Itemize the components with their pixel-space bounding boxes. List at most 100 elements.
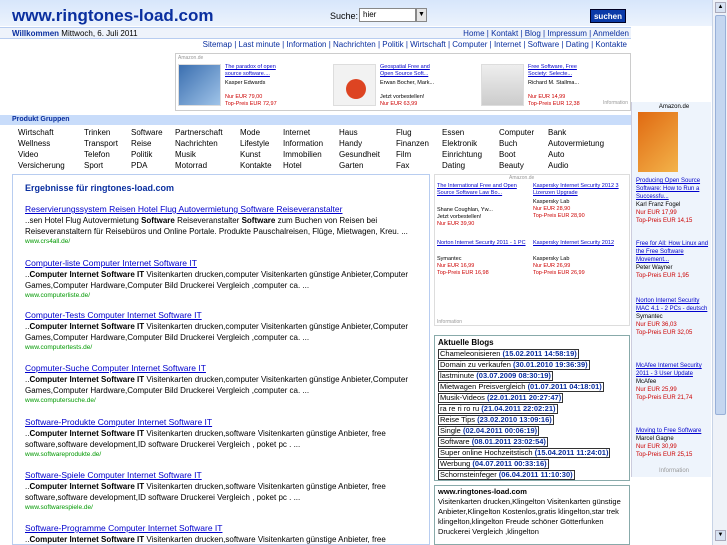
nav-impressum[interactable]: Impressum	[547, 29, 587, 38]
category-link[interactable]: Bank	[548, 128, 566, 137]
ad-info-link[interactable]: Information	[636, 467, 712, 475]
scroll-down-icon[interactable]: ▼	[715, 530, 726, 541]
ad-title[interactable]: Norton Internet Security MAC 4.1 - 2 PCs…	[636, 298, 707, 312]
nav-sitemap[interactable]: Sitemap	[203, 40, 232, 49]
category-link[interactable]: Video	[18, 150, 38, 159]
category-link[interactable]: Mode	[240, 128, 260, 137]
category-link[interactable]: Beauty	[499, 161, 524, 170]
scroll-up-icon[interactable]: ▲	[715, 2, 726, 13]
nav-last-minute[interactable]: Last minute	[239, 40, 280, 49]
category-link[interactable]: Flug	[396, 128, 412, 137]
result-url[interactable]: www.computertests.de/	[25, 343, 423, 352]
scroll-thumb[interactable]	[715, 15, 726, 415]
ad-title[interactable]: Norton Internet Security 2011 - 1 PC	[437, 240, 531, 247]
book-cover-image[interactable]	[333, 64, 376, 106]
blog-link[interactable]: Werbung (04.07.2011 00:33:16)	[438, 459, 549, 469]
category-link[interactable]: Auto	[548, 150, 564, 159]
book-cover-image[interactable]	[481, 64, 524, 106]
category-link[interactable]: Garten	[339, 161, 363, 170]
blog-link[interactable]: Mietwagen Preisvergleich (01.07.2011 04:…	[438, 382, 604, 392]
category-link[interactable]: Handy	[339, 139, 362, 148]
category-link[interactable]: Audio	[548, 161, 568, 170]
nav-computer[interactable]: Computer	[452, 40, 487, 49]
side-ad-item[interactable]: Norton Internet Security MAC 4.1 - 2 PCs…	[636, 297, 712, 337]
category-link[interactable]: PDA	[131, 161, 147, 170]
ad-title[interactable]: Geospatial Free and Open Source Soft...	[380, 64, 442, 78]
vertical-scrollbar[interactable]: ▲ ▼	[712, 0, 727, 545]
blog-link[interactable]: Musik-Videos (22.01.2011 20:27:47)	[438, 393, 564, 403]
blog-link[interactable]: lastminute (03.07.2009 08:30:19)	[438, 371, 553, 381]
category-link[interactable]: Transport	[84, 139, 118, 148]
category-link[interactable]: Telefon	[84, 150, 110, 159]
nav-software[interactable]: Software	[528, 40, 560, 49]
category-link[interactable]: Kunst	[240, 150, 260, 159]
category-link[interactable]: Film	[396, 150, 411, 159]
ad-item[interactable]: Free Software, Free Society: Selecte... …	[481, 64, 591, 111]
result-title-link[interactable]: Computer-Tests Computer Internet Softwar…	[25, 310, 423, 321]
result-title-link[interactable]: Software-Programme Computer Internet Sof…	[25, 523, 423, 534]
result-title-link[interactable]: Reservierungssystem Reisen Hotel Flug Au…	[25, 204, 423, 215]
category-link[interactable]: Immobilien	[283, 150, 322, 159]
ad-info-link[interactable]: Information	[603, 100, 628, 106]
category-link[interactable]: Trinken	[84, 128, 110, 137]
nav-blog[interactable]: Blog	[525, 29, 541, 38]
site-logo[interactable]: www.ringtones-load.com	[12, 6, 214, 26]
nav-nachrichten[interactable]: Nachrichten	[333, 40, 376, 49]
blog-link[interactable]: Super online Hochzeitstisch (15.04.2011 …	[438, 448, 611, 458]
nav-kontakte[interactable]: Kontakte	[595, 40, 627, 49]
category-link[interactable]: Haus	[339, 128, 358, 137]
category-link[interactable]: Reise	[131, 139, 151, 148]
category-link[interactable]: Computer	[499, 128, 534, 137]
category-link[interactable]: Buch	[499, 139, 517, 148]
result-title-link[interactable]: Software-Spiele Computer Internet Softwa…	[25, 470, 423, 481]
ad-item[interactable]: The International Free and Open Source S…	[437, 183, 531, 230]
category-link[interactable]: Dating	[442, 161, 465, 170]
category-link[interactable]: Internet	[283, 128, 310, 137]
category-link[interactable]: Wirtschaft	[18, 128, 54, 137]
ad-item[interactable]: Kaspersky Internet Security 2012 3 Lizen…	[533, 183, 627, 230]
blog-link[interactable]: Software (08.01.2011 23:02:54)	[438, 437, 548, 447]
ad-title[interactable]: McAfee Internet Security 2011 - 3 User U…	[636, 363, 702, 377]
nav-internet[interactable]: Internet	[494, 40, 521, 49]
blog-link[interactable]: ra re ri ro ru (21.04.2011 22:02:21)	[438, 404, 558, 414]
result-title-link[interactable]: Copmuter-Suche Computer Internet Softwar…	[25, 363, 423, 374]
ad-item[interactable]: Kaspersky Internet Security 2012 Kaspers…	[533, 240, 627, 287]
ad-title[interactable]: The paradox of open source software....	[225, 64, 287, 78]
nav-kontakt[interactable]: Kontakt	[491, 29, 518, 38]
result-url[interactable]: www.crs4all.de/	[25, 237, 423, 246]
category-link[interactable]: Politik	[131, 150, 152, 159]
nav-politik[interactable]: Politik	[382, 40, 403, 49]
category-link[interactable]: Wellness	[18, 139, 50, 148]
ad-title[interactable]: Free for All: How Linux and the Free Sof…	[636, 241, 708, 263]
category-link[interactable]: Elektronik	[442, 139, 477, 148]
result-url[interactable]: www.softwarespiele.de/	[25, 503, 423, 512]
category-link[interactable]: Finanzen	[396, 139, 429, 148]
nav-home[interactable]: Home	[463, 29, 484, 38]
nav-wirtschaft[interactable]: Wirtschaft	[410, 40, 446, 49]
category-link[interactable]: Kontakte	[240, 161, 272, 170]
category-link[interactable]: Sport	[84, 161, 103, 170]
result-url[interactable]: www.computerliste.de/	[25, 291, 423, 300]
book-cover-image[interactable]	[178, 64, 221, 106]
result-title-link[interactable]: Software-Produkte Computer Internet Soft…	[25, 417, 423, 428]
ad-title[interactable]: Kaspersky Internet Security 2012 3 Lizen…	[533, 183, 627, 197]
chevron-down-icon[interactable]: ▼	[416, 8, 427, 22]
category-link[interactable]: Nachrichten	[175, 139, 218, 148]
category-link[interactable]: Software	[131, 128, 163, 137]
blog-link[interactable]: Schornsteinfeger (06.04.2011 11:10:30)	[438, 470, 575, 480]
category-link[interactable]: Essen	[442, 128, 464, 137]
result-url[interactable]: www.computersuche.de/	[25, 396, 423, 405]
blog-link[interactable]: Domain zu verkaufen (30.01.2010 19:36:39…	[438, 360, 590, 370]
nav-information[interactable]: Information	[286, 40, 326, 49]
ad-item[interactable]: The paradox of open source software.... …	[178, 64, 288, 111]
category-link[interactable]: Partnerschaft	[175, 128, 223, 137]
ad-item[interactable]: Geospatial Free and Open Source Soft... …	[333, 64, 443, 111]
category-link[interactable]: Autovermietung	[548, 139, 604, 148]
category-link[interactable]: Gesundheit	[339, 150, 380, 159]
category-link[interactable]: Musik	[175, 150, 196, 159]
result-url[interactable]: www.softwareprodukte.de/	[25, 450, 423, 459]
book-cover-image[interactable]	[638, 112, 678, 172]
result-title-link[interactable]: Computer-liste Computer Internet Softwar…	[25, 258, 423, 269]
search-button[interactable]: suchen	[590, 9, 626, 23]
ad-title[interactable]: Free Software, Free Society: Selecte...	[528, 64, 590, 78]
